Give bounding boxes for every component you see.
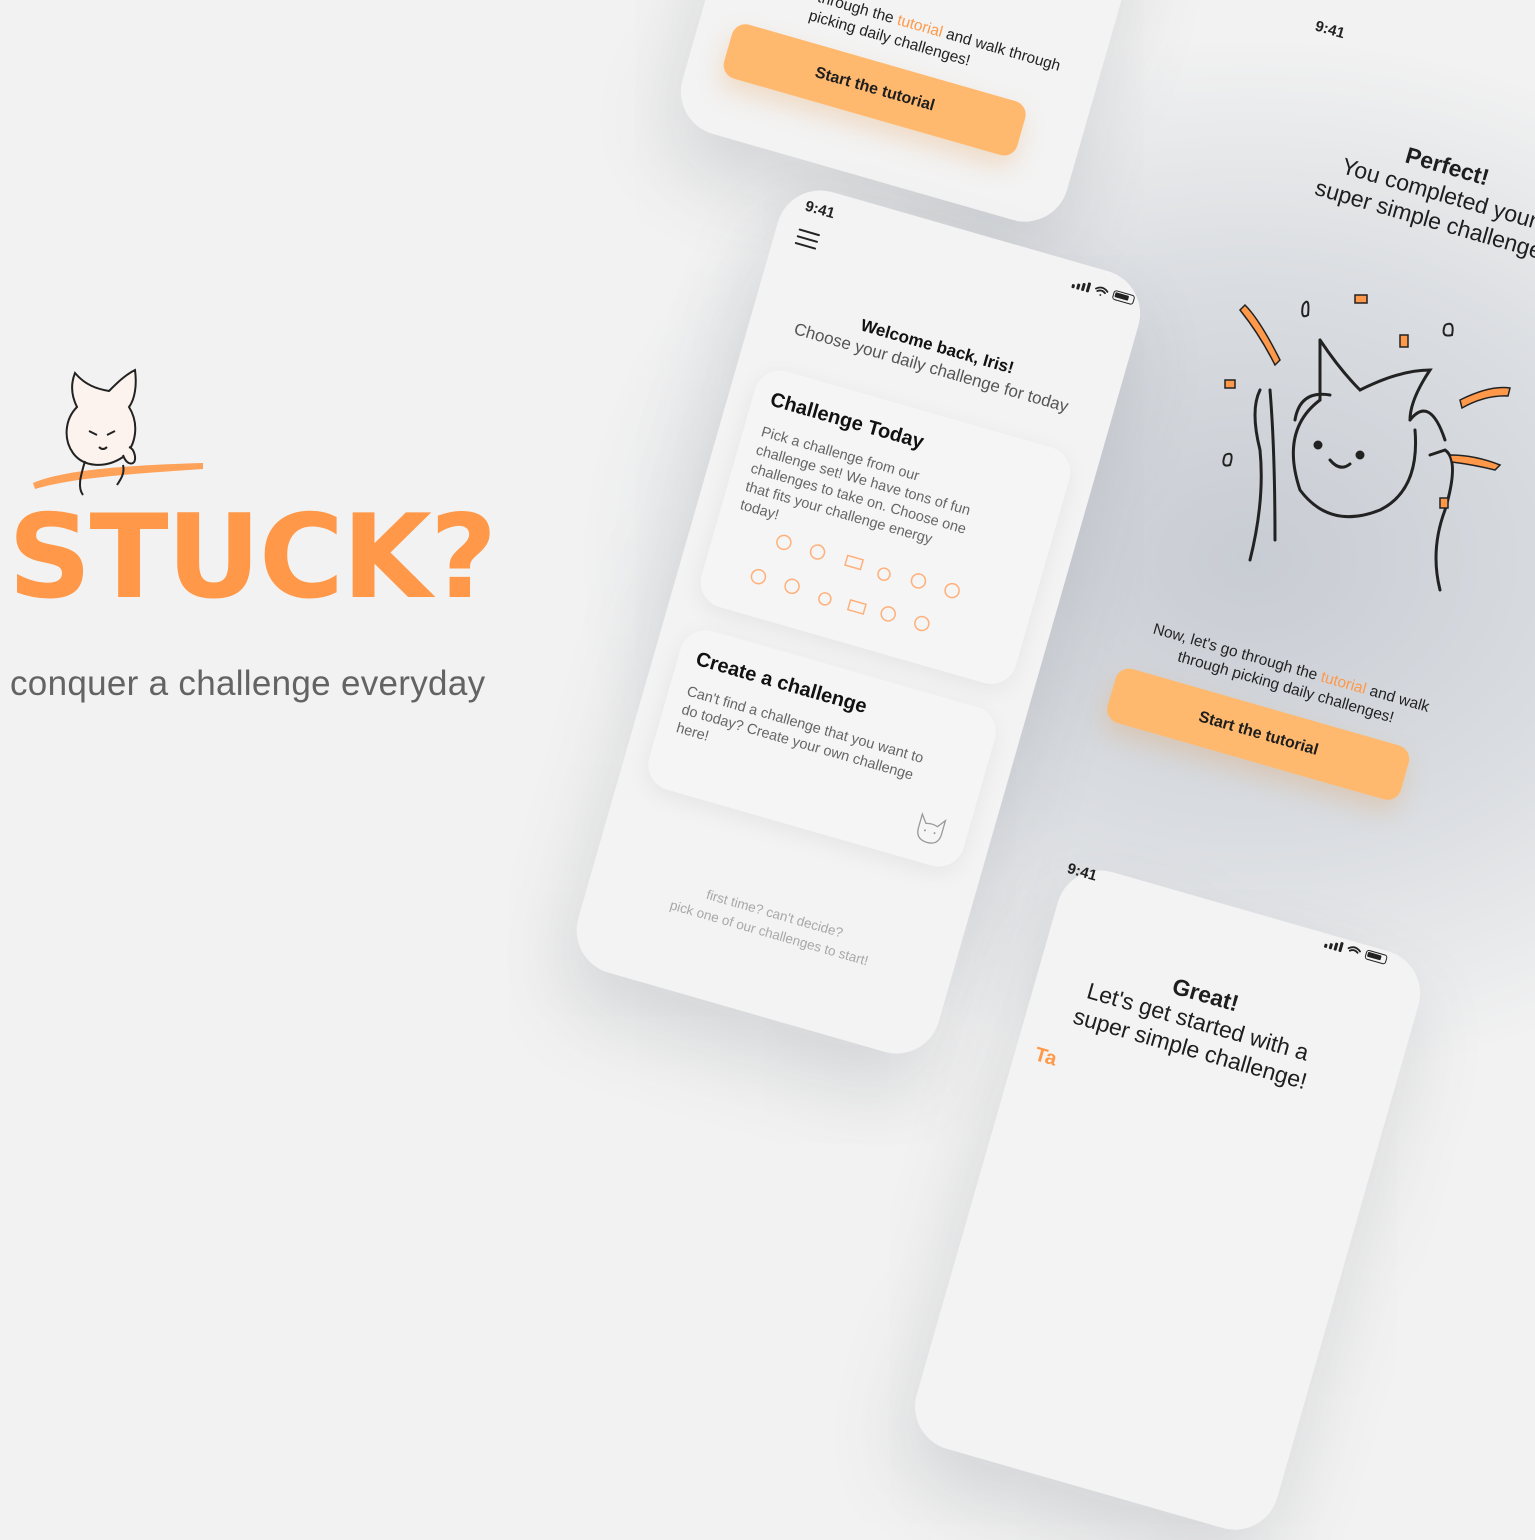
signal-icon (1071, 278, 1092, 293)
battery-icon (1111, 289, 1136, 306)
status-time-right: 9:41 (1313, 17, 1347, 43)
thinking-cat-icon (33, 368, 203, 496)
wifi-icon-bottom (1347, 946, 1361, 954)
challenge-today-card[interactable]: Challenge Today Pick a challenge from ou… (694, 364, 1077, 691)
brand-section: STUCK? conquer a challenge everyday (0, 0, 560, 1080)
brand-title: STUCK? (8, 490, 497, 625)
cat-doodle-icon (917, 811, 947, 844)
great-message: Great! Let's get started with a super si… (1070, 972, 1312, 1095)
battery-icon-bottom (1364, 949, 1389, 965)
status-icons (1071, 278, 1136, 306)
signal-icon-bottom (1323, 938, 1344, 953)
perfect-message: Perfect! You completed your super simple… (1312, 141, 1535, 266)
wifi-icon (1095, 286, 1109, 296)
status-time: 9:41 (803, 197, 837, 223)
brand-tagline: conquer a challenge everyday (10, 664, 486, 703)
hamburger-menu-icon[interactable] (793, 228, 821, 254)
footer-hint[interactable]: first time? can't decide? pick one of ou… (586, 853, 957, 995)
cheering-cat-icon (1222, 294, 1511, 592)
cut-text: Ta (1032, 1043, 1060, 1071)
